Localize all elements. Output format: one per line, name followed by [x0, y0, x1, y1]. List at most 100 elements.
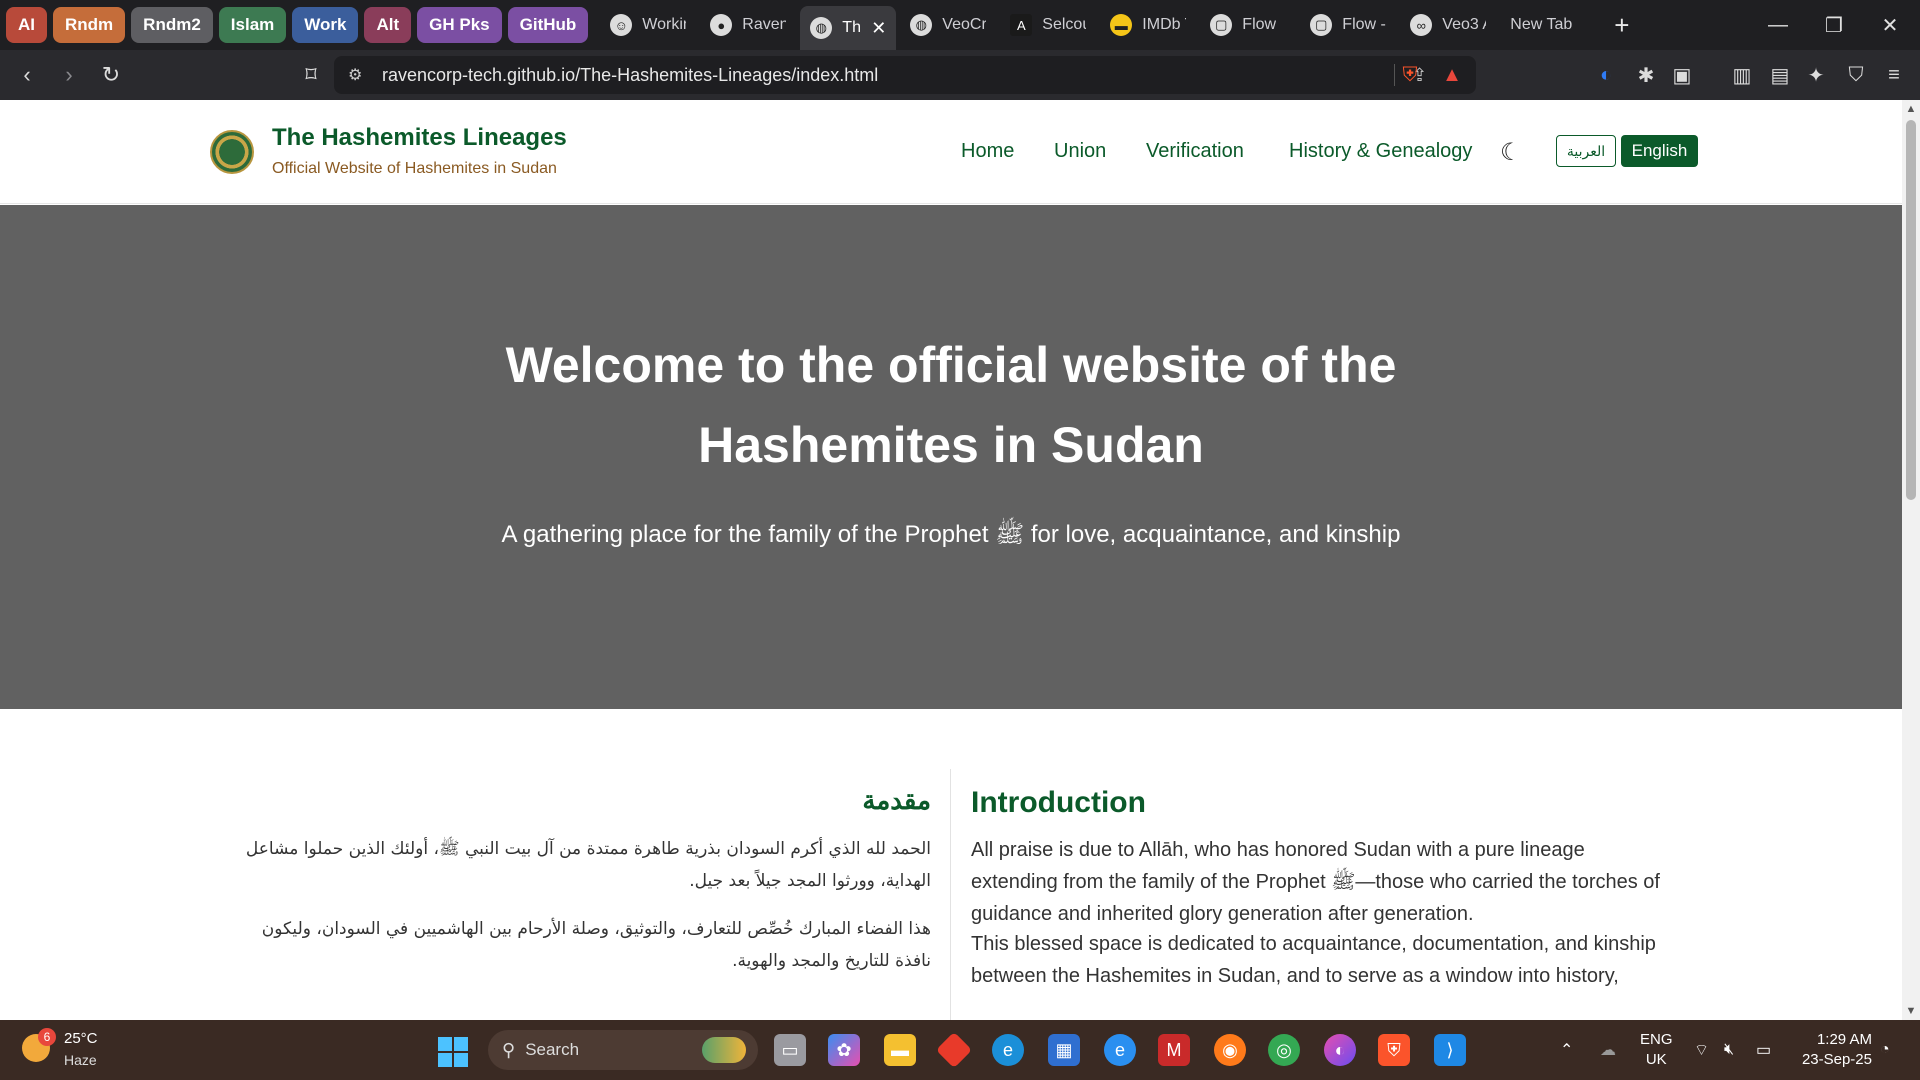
chrome-icon[interactable]: ◎ [1268, 1034, 1300, 1066]
tab-veo3[interactable]: ∞ Veo3 A [1400, 7, 1496, 43]
ie-icon[interactable]: e [1104, 1034, 1136, 1066]
brave-rewards-icon[interactable]: ▲ [1434, 50, 1470, 100]
leo-ai-icon[interactable]: ✦ [1798, 50, 1834, 100]
new-tab-button[interactable]: + [1614, 10, 1629, 41]
tab-group-label: AI [18, 15, 35, 34]
close-tab-icon[interactable]: ✕ [871, 18, 886, 39]
wifi-icon[interactable]: ⌔ [1694, 1020, 1709, 1080]
brave-shields-icon[interactable]: ⛨ [1392, 50, 1428, 100]
forward-icon[interactable]: › [50, 56, 88, 94]
reader-icon[interactable]: ▣ [1664, 50, 1700, 100]
tab-workin[interactable]: ☺ Workin [600, 7, 696, 43]
language-code: ENG [1640, 1031, 1673, 1048]
taskbar-search[interactable]: ⚲ Search [488, 1030, 758, 1070]
tab-label: Veo3 A [1442, 16, 1486, 33]
a-icon: A [1010, 14, 1033, 36]
site-logo[interactable] [210, 130, 254, 174]
tab-active[interactable]: ◍ Th ✕ [800, 6, 897, 50]
file-explorer-icon[interactable]: ▬ [884, 1034, 916, 1066]
nav-union[interactable]: Union [1054, 140, 1106, 163]
copilot-icon[interactable]: ✿ [828, 1034, 860, 1066]
hero-section: Welcome to the official website of the H… [0, 205, 1902, 709]
extensions-icon[interactable]: ✱ [1628, 50, 1664, 100]
tab-ravenc[interactable]: ● RavenC [700, 7, 796, 43]
dark-reader-icon[interactable]: ◐ [1588, 50, 1624, 100]
language-english-button[interactable]: English [1621, 135, 1698, 167]
mcafee-icon[interactable]: M [1158, 1034, 1190, 1066]
tab-flow-2[interactable]: ▢ Flow - [1300, 7, 1396, 43]
temperature[interactable]: 25°C [64, 1030, 98, 1047]
notifications-icon[interactable]: ◔ [1880, 1020, 1890, 1080]
dark-mode-toggle-icon[interactable]: ☾ [1500, 138, 1522, 167]
language-arabic-button[interactable]: العربية [1556, 135, 1616, 167]
scroll-down-icon[interactable]: ▼ [1902, 1002, 1920, 1020]
anydesk-icon[interactable] [935, 1031, 973, 1069]
scrollbar-thumb[interactable] [1906, 120, 1916, 500]
tab-veocre[interactable]: ◍ VeoCre [900, 7, 996, 43]
tab-new-tab[interactable]: New Tab [1500, 7, 1596, 43]
tab-group-label: GH Pks [429, 15, 490, 34]
tab-selcou[interactable]: A Selcou [1000, 7, 1096, 43]
windows-start-icon[interactable] [438, 1037, 468, 1067]
search-highlight-icon [702, 1037, 746, 1063]
task-view-icon[interactable]: ▭ [774, 1034, 806, 1066]
bookmark-icon[interactable]: ⌑ [292, 56, 330, 94]
tab-group-rndm[interactable]: Rndm [53, 7, 126, 43]
intro-paragraph-ar: هذا الفضاء المبارك خُصِّص للتعارف، والتو… [261, 919, 931, 971]
tab-flow[interactable]: ▢ Flow [1200, 7, 1296, 43]
firefox-icon[interactable]: ◉ [1214, 1034, 1246, 1066]
page-scrollbar[interactable]: ▲ ▼ [1902, 100, 1920, 1020]
site-title[interactable]: The Hashemites Lineages [272, 124, 567, 152]
site-info-icon[interactable]: ⚙ [348, 65, 362, 85]
tab-group-rndm2[interactable]: Rndm2 [131, 7, 213, 43]
close-window-icon[interactable]: ✕ [1862, 0, 1918, 50]
back-icon[interactable]: ‹ [8, 56, 46, 94]
search-icon: ⚲ [502, 1039, 516, 1060]
tab-group-label: Rndm [65, 15, 114, 34]
battery-icon[interactable]: ▭ [1756, 1020, 1771, 1080]
nav-history-genealogy[interactable]: History & Genealogy [1289, 140, 1472, 163]
onedrive-icon[interactable]: ☁ [1600, 1020, 1616, 1080]
search-placeholder: Search [525, 1040, 580, 1059]
tab-imdb[interactable]: ▬ IMDb T [1100, 7, 1196, 43]
address-bar[interactable]: ⚙ ravencorp-tech.github.io/The-Hashemite… [334, 56, 1476, 94]
clock[interactable]: 1:29 AM 23-Sep-25 [1792, 1030, 1872, 1070]
tray-overflow-icon[interactable]: ⌃ [1560, 1020, 1573, 1080]
vscode-icon[interactable]: ⟩ [1434, 1034, 1466, 1066]
scroll-up-icon[interactable]: ▲ [1902, 100, 1920, 118]
nav-home[interactable]: Home [961, 140, 1014, 163]
tab-label: Flow [1242, 16, 1277, 33]
url-text[interactable]: ravencorp-tech.github.io/The-Hashemites-… [382, 65, 878, 86]
minimize-icon[interactable]: — [1750, 0, 1806, 50]
tab-strip: AI Rndm Rndm2 Islam Work Alt GH Pks GitH… [0, 0, 1920, 50]
tab-group-islam[interactable]: Islam [218, 7, 287, 43]
arc-icon[interactable]: ◐ [1324, 1034, 1356, 1066]
input-language[interactable]: ENG UK [1640, 1030, 1673, 1070]
tab-group-gh-pks[interactable]: GH Pks [417, 7, 502, 43]
microsoft-store-icon[interactable]: ▦ [1048, 1034, 1080, 1066]
tab-label: Th [842, 19, 861, 36]
tab-label: Selcou [1042, 16, 1086, 33]
reload-icon[interactable]: ↻ [92, 56, 130, 94]
menu-icon[interactable]: ≡ [1876, 50, 1912, 100]
column-divider [950, 769, 951, 1020]
edge-icon[interactable]: e [992, 1034, 1024, 1066]
vpn-icon[interactable]: ⛉ [1838, 50, 1874, 100]
hero-title: Welcome to the official website of the H… [505, 337, 1397, 473]
time: 1:29 AM [1816, 1031, 1872, 1048]
tab-group-alt[interactable]: Alt [364, 7, 412, 43]
nav-verification[interactable]: Verification [1146, 140, 1244, 163]
brave-icon[interactable]: ⛨ [1378, 1034, 1410, 1066]
sidebar-icon[interactable]: ▥ [1724, 50, 1760, 100]
wallet-icon[interactable]: ▤ [1762, 50, 1798, 100]
restore-icon[interactable]: ❐ [1806, 0, 1862, 50]
tab-group-github[interactable]: GitHub [507, 7, 589, 43]
tab-group-ai[interactable]: AI [6, 7, 47, 43]
flow-icon: ▢ [1210, 14, 1233, 36]
hero-subtitle: A gathering place for the family of the … [501, 521, 1401, 548]
volume-muted-icon[interactable]: 🔇︎ [1724, 1020, 1734, 1080]
tab-group-work[interactable]: Work [292, 7, 359, 43]
tab-group-label: Rndm2 [143, 15, 201, 34]
tab-group-label: Work [304, 15, 347, 34]
intro-heading-en: Introduction [971, 786, 1146, 819]
